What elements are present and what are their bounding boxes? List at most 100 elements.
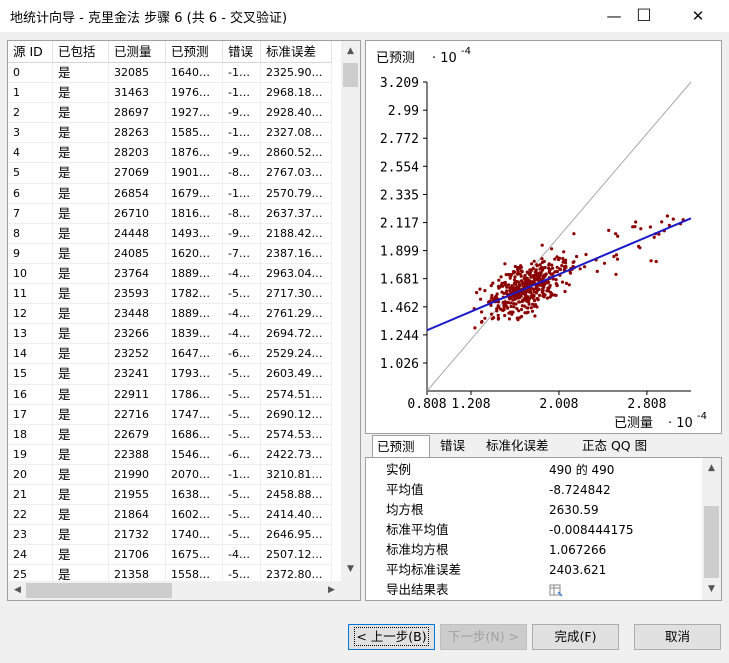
- plot-area: 3.209 2.99 2.772 2.554 2.335 2.117 1.899 1.681 1…: [380, 76, 692, 412]
- cell-error: -1…: [223, 63, 261, 83]
- cell-source-id: 10: [8, 263, 53, 284]
- scroll-down-icon[interactable]: ▼: [702, 581, 721, 598]
- table-row[interactable]: 4 是 28203 1876… -9… 2860.52…: [8, 143, 332, 164]
- table-vertical-scrollbar[interactable]: ▲ ▼: [341, 41, 360, 581]
- export-table-icon[interactable]: [549, 583, 563, 600]
- x-tick-label: 2.808: [627, 397, 666, 412]
- table-row[interactable]: 3 是 28263 1585… -1… 2327.08…: [8, 123, 332, 144]
- cell-std-error: 2767.03…: [261, 163, 332, 184]
- x-tick-label: 1.208: [451, 397, 490, 412]
- cell-included: 是: [53, 284, 109, 305]
- tab-error[interactable]: 错误: [436, 435, 476, 457]
- table-row[interactable]: 5 是 27069 1901… -8… 2767.03…: [8, 163, 332, 184]
- stat-row-export-results[interactable]: 导出结果表: [366, 580, 702, 600]
- cell-std-error: 2387.16…: [261, 243, 332, 264]
- table-row[interactable]: 15 是 23241 1793… -5… 2603.49…: [8, 364, 332, 385]
- cell-predicted: 1782…: [166, 284, 223, 305]
- data-point: [496, 313, 500, 317]
- stats-scroll-thumb[interactable]: [704, 506, 719, 578]
- cell-measured: 23241: [109, 364, 166, 385]
- column-header-error[interactable]: 错误: [223, 41, 261, 62]
- cell-measured: 21955: [109, 484, 166, 505]
- column-header-measured[interactable]: 已测量: [109, 41, 166, 62]
- data-point: [509, 274, 513, 278]
- stats-vertical-scrollbar[interactable]: ▲ ▼: [702, 458, 721, 600]
- table-row[interactable]: 18 是 22679 1686… -5… 2574.53…: [8, 424, 332, 445]
- y-tick-label: 1.681: [380, 273, 419, 288]
- cell-source-id: 11: [8, 284, 53, 305]
- table-row[interactable]: 14 是 23252 1647… -6… 2529.24…: [8, 344, 332, 365]
- data-point: [615, 257, 620, 261]
- table-row[interactable]: 23 是 21732 1740… -5… 2646.95…: [8, 525, 332, 546]
- column-header-source-id[interactable]: 源 ID: [8, 41, 53, 62]
- table-row[interactable]: 21 是 21955 1638… -5… 2458.88…: [8, 484, 332, 506]
- data-point: [532, 294, 536, 298]
- tab-standardized-error[interactable]: 标准化误差: [482, 435, 574, 457]
- data-point: [475, 291, 479, 295]
- tab-predicted[interactable]: 已预测: [372, 435, 430, 457]
- table-row[interactable]: 24 是 21706 1675… -4… 2507.12…: [8, 545, 332, 566]
- table-row[interactable]: 13 是 23266 1839… -4… 2694.72…: [8, 324, 332, 345]
- table-row[interactable]: 17 是 22716 1747… -5… 2690.12…: [8, 404, 332, 425]
- cell-measured: 26854: [109, 183, 166, 204]
- table-row[interactable]: 19 是 22388 1546… -6… 2422.73…: [8, 444, 332, 465]
- y-tick-label: 1.462: [380, 301, 419, 316]
- table-row[interactable]: 9 是 24085 1620… -7… 2387.16…: [8, 243, 332, 264]
- table-row[interactable]: 20 是 21990 2070… -1… 3210.81…: [8, 464, 332, 485]
- cell-predicted: 1546…: [166, 444, 223, 465]
- data-point: [483, 316, 487, 320]
- table-row[interactable]: 22 是 21864 1602… -5… 2414.40…: [8, 505, 332, 526]
- next-button[interactable]: 下一步(N) >: [440, 624, 527, 650]
- table-row[interactable]: 0 是 32085 1640… -1… 2325.90…: [8, 63, 332, 84]
- cell-measured: 21706: [109, 545, 166, 566]
- table-horizontal-scrollbar[interactable]: ◀ ▶: [8, 581, 341, 600]
- scroll-down-icon[interactable]: ▼: [341, 561, 360, 578]
- table-row[interactable]: 6 是 26854 1679… -1… 2570.79…: [8, 183, 332, 204]
- close-icon[interactable]: ✕: [675, 0, 721, 32]
- data-point: [529, 294, 533, 298]
- column-header-predicted[interactable]: 已预测: [166, 41, 223, 62]
- cell-included: 是: [53, 223, 109, 244]
- cell-source-id: 12: [8, 304, 53, 325]
- scroll-right-icon[interactable]: ▶: [322, 582, 341, 599]
- summary-stats-panel: 实例 490 的 490 平均值 -8.724842 均方根 2630.59 标…: [365, 457, 722, 601]
- table-row[interactable]: 16 是 22911 1786… -5… 2574.51…: [8, 384, 332, 405]
- cell-error: -5…: [223, 505, 261, 526]
- table-row[interactable]: 8 是 24448 1493… -9… 2188.42…: [8, 223, 332, 244]
- cell-measured: 28203: [109, 143, 166, 164]
- scroll-up-icon[interactable]: ▲: [341, 43, 360, 60]
- cancel-button[interactable]: 取消: [634, 624, 721, 650]
- cancel-button-label: 取消: [664, 629, 690, 644]
- cell-predicted: 1927…: [166, 103, 223, 124]
- table-row[interactable]: 12 是 23448 1889… -4… 2761.29…: [8, 304, 332, 325]
- table-header: 源 ID 已包括 已测量 已预测 错误 标准误差: [8, 41, 332, 63]
- table-row[interactable]: 7 是 26710 1816… -8… 2637.37…: [8, 203, 332, 224]
- table-row[interactable]: 1 是 31463 1976… -1… 2968.18…: [8, 83, 332, 104]
- stat-row-avg-std-error: 平均标准误差 2403.621: [366, 560, 702, 580]
- finish-button[interactable]: 完成(F): [532, 624, 619, 650]
- back-button[interactable]: < 上一步(B): [348, 624, 435, 650]
- data-point: [497, 278, 501, 282]
- cell-measured: 23266: [109, 324, 166, 345]
- cell-predicted: 1675…: [166, 545, 223, 566]
- data-point: [602, 261, 607, 265]
- table-horizontal-scroll-thumb[interactable]: [26, 583, 172, 598]
- column-header-included[interactable]: 已包括: [53, 41, 109, 62]
- scroll-up-icon[interactable]: ▲: [702, 460, 721, 477]
- table-row[interactable]: 2 是 28697 1927… -9… 2928.40…: [8, 103, 332, 124]
- data-point: [542, 259, 546, 264]
- table-row[interactable]: 11 是 23593 1782… -5… 2717.30…: [8, 284, 332, 305]
- data-point: [562, 250, 566, 254]
- table-vertical-scroll-thumb[interactable]: [343, 63, 358, 87]
- maximize-icon[interactable]: ☐: [621, 0, 667, 32]
- cell-error: -8…: [223, 203, 261, 224]
- tab-normal-qq-plot[interactable]: 正态 QQ 图: [578, 435, 674, 457]
- cell-predicted: 1679…: [166, 183, 223, 204]
- data-point: [526, 310, 530, 314]
- cell-measured: 27069: [109, 163, 166, 184]
- cell-std-error: 2325.90…: [261, 63, 332, 83]
- column-header-std-error[interactable]: 标准误差: [261, 41, 332, 62]
- table-row[interactable]: 10 是 23764 1889… -4… 2963.04…: [8, 263, 332, 285]
- scroll-left-icon[interactable]: ◀: [8, 582, 27, 599]
- data-point: [480, 310, 484, 314]
